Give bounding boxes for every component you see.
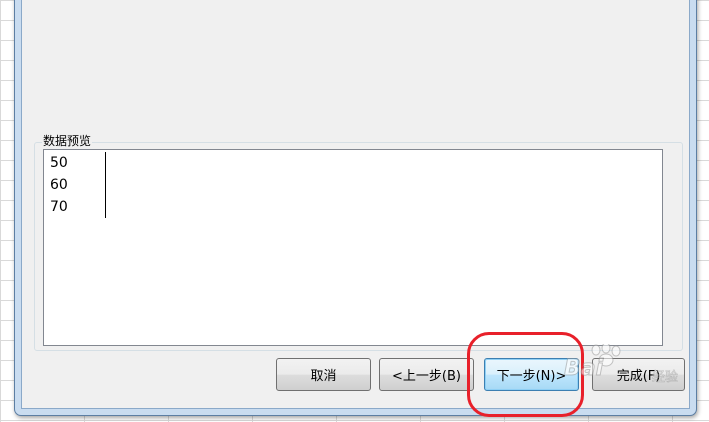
data-preview-title: 数据预览 (42, 133, 93, 149)
text-import-wizard-dialog: 数据预览 50 60 70 取消 <上一步(B) 下一步(N)> 完成(F) (14, 0, 697, 416)
preview-row: 70 (50, 199, 68, 215)
preview-row: 60 (50, 177, 68, 193)
next-button[interactable]: 下一步(N)> (484, 358, 579, 391)
dialog-body: 数据预览 50 60 70 取消 <上一步(B) 下一步(N)> 完成(F) (21, 0, 690, 409)
data-preview-box[interactable]: 50 60 70 (43, 149, 663, 346)
finish-button[interactable]: 完成(F) (592, 358, 685, 391)
column-break-line[interactable] (105, 152, 106, 218)
back-button[interactable]: <上一步(B) (379, 358, 474, 391)
cancel-button[interactable]: 取消 (276, 358, 371, 391)
preview-row: 50 (50, 155, 68, 171)
